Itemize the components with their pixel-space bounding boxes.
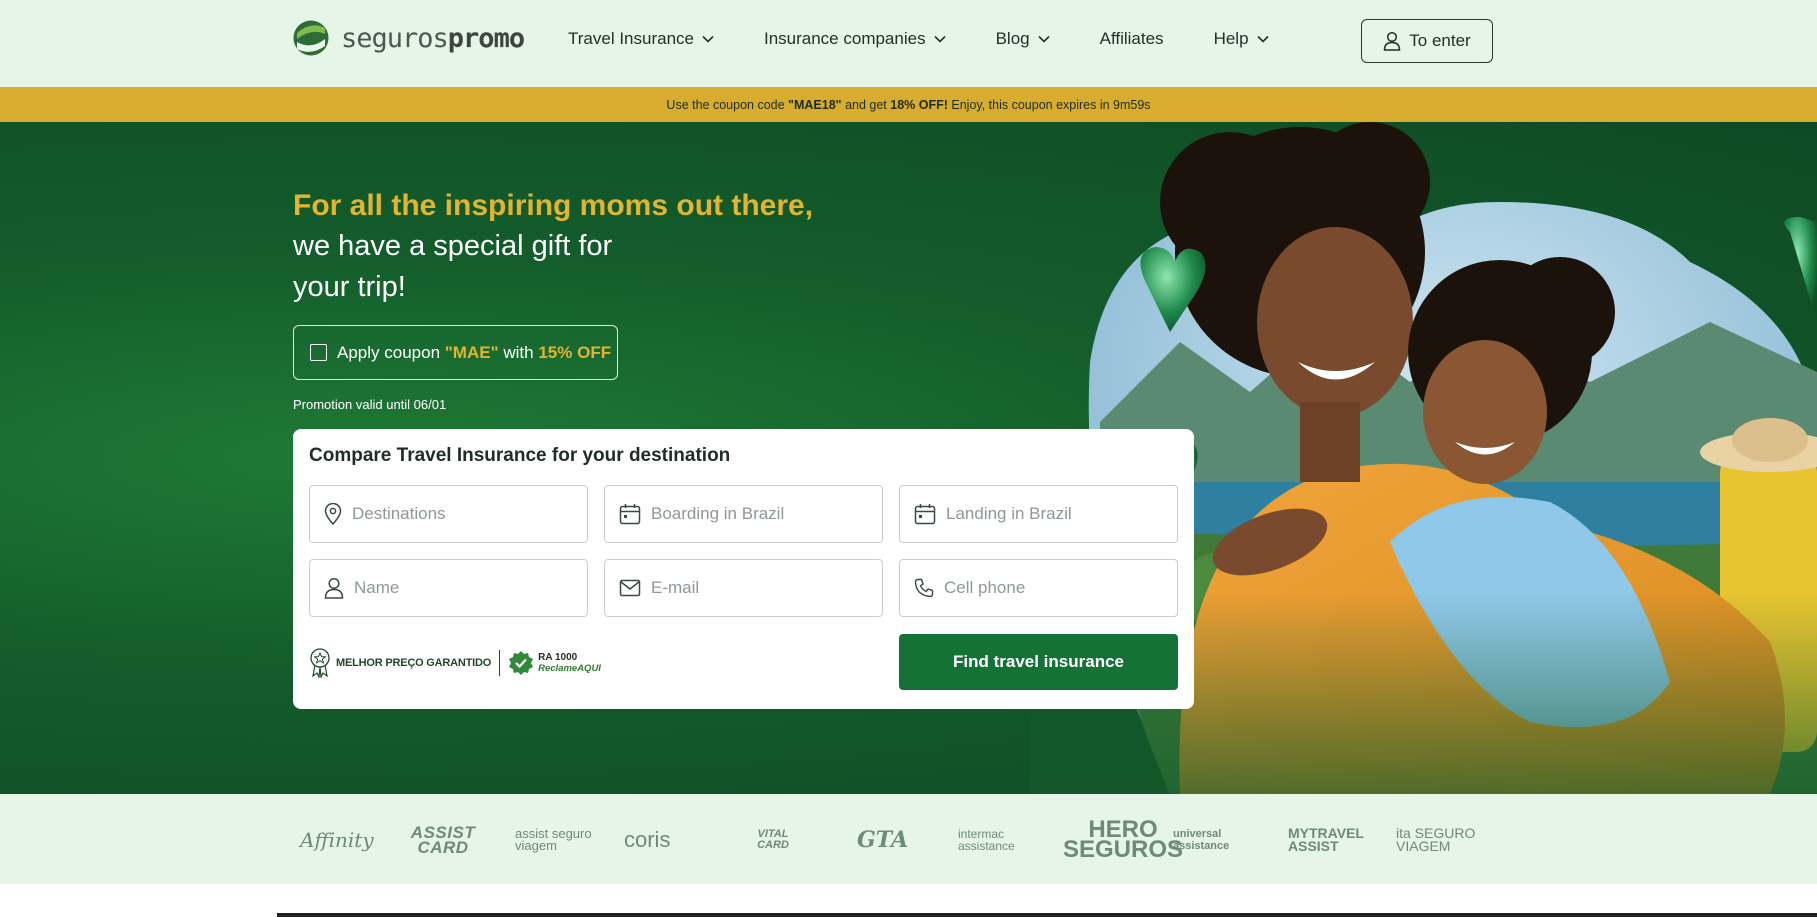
user-icon [1384, 31, 1401, 51]
boarding-date-input[interactable] [651, 504, 871, 524]
nav-insurance-companies[interactable]: Insurance companies [764, 29, 946, 49]
partner-logo[interactable]: VITAL CARD [748, 822, 798, 858]
phone-input[interactable] [944, 578, 1164, 598]
nav-blog[interactable]: Blog [996, 29, 1050, 49]
partner-logo[interactable]: HERO SEGUROS [1063, 818, 1183, 862]
headline-highlight: For all the inspiring moms out there, [293, 189, 814, 222]
partner-logo[interactable]: GTA [857, 822, 908, 858]
partner-logo[interactable]: MYTRAVEL ASSIST [1288, 822, 1364, 858]
apply-discount: 15% OFF [538, 342, 612, 362]
destinations-input[interactable] [352, 504, 572, 524]
chevron-down-icon [1038, 35, 1050, 43]
nav-label: Help [1213, 29, 1249, 48]
logo[interactable]: segurospromo [293, 18, 525, 58]
page: segurospromo Travel Insurance Insurance … [0, 0, 1817, 917]
badge-divider [499, 650, 501, 676]
calendar-icon [914, 504, 936, 525]
ra1000-label: RA 1000 [538, 652, 578, 663]
site-header: segurospromo Travel Insurance Insurance … [0, 0, 1817, 87]
name-input[interactable] [354, 578, 574, 598]
apply-text-middle: with [498, 342, 539, 362]
phone-field[interactable] [899, 559, 1178, 617]
login-button[interactable]: To enter [1361, 19, 1493, 63]
partner-logo[interactable]: ASSIST CARD [402, 822, 484, 858]
landing-date-field[interactable] [899, 485, 1178, 543]
name-field[interactable] [309, 559, 588, 617]
trust-badges: MELHOR PREÇO GARANTIDO RA 1000 ReclameAQ… [309, 648, 601, 678]
chevron-down-icon [1256, 35, 1269, 43]
nav-label: Affiliates [1099, 29, 1164, 48]
headline-line-3: your trip! [293, 271, 406, 303]
email-field[interactable] [604, 559, 883, 617]
next-section-edge [277, 913, 1817, 917]
apply-coupon-code: "MAE" [444, 342, 499, 362]
user-icon [324, 577, 344, 599]
coupon-text-middle: and get [841, 97, 891, 112]
email-input[interactable] [651, 578, 871, 598]
award-ribbon-icon [310, 648, 330, 678]
coupon-countdown: Enjoy, this coupon expires in 9m59s [947, 97, 1151, 112]
coupon-text-prefix: Use the coupon code [666, 97, 789, 112]
main-nav: Travel Insurance Insurance companies Blo… [568, 29, 1319, 49]
nav-travel-insurance[interactable]: Travel Insurance [568, 29, 714, 49]
ra1000-seal-icon [509, 651, 534, 675]
ra1000-badge: RA 1000 ReclameAQUI [538, 652, 601, 674]
coupon-code: "MAE18" [788, 97, 842, 112]
chevron-down-icon [934, 35, 946, 43]
logo-text: segurospromo [341, 22, 525, 54]
apply-text-prefix: Apply coupon [337, 342, 445, 362]
hero-section: For all the inspiring moms out there, we… [0, 122, 1817, 794]
coupon-discount: 18% OFF! [890, 97, 948, 112]
chevron-down-icon [702, 35, 714, 43]
quote-form-card: Compare Travel Insurance for your destin… [293, 429, 1194, 709]
nav-affiliates[interactable]: Affiliates [1100, 29, 1164, 49]
nav-label: Travel Insurance [568, 29, 694, 48]
find-insurance-button[interactable]: Find travel insurance [899, 634, 1178, 690]
nav-help[interactable]: Help [1214, 29, 1269, 49]
coupon-banner: Use the coupon code "MAE18" and get 18% … [0, 87, 1817, 122]
insurer-logos-strip: Affinity ASSIST CARD assist seguro viage… [0, 794, 1817, 884]
partner-logo[interactable]: ita SEGURO VIAGEM [1396, 822, 1476, 858]
calendar-icon [619, 504, 641, 525]
partner-logo[interactable]: coris [624, 822, 670, 858]
hero-headline: For all the inspiring moms out there, we… [293, 186, 893, 308]
boarding-date-field[interactable] [604, 485, 883, 543]
login-label: To enter [1409, 31, 1471, 50]
checkbox-icon[interactable] [310, 344, 327, 361]
promotion-validity: Promotion valid until 06/01 [293, 397, 447, 412]
partner-logo[interactable]: universal assistance [1173, 822, 1258, 858]
reclame-aqui-label: ReclameAQUI [538, 663, 601, 674]
map-pin-icon [324, 503, 342, 525]
partner-logo[interactable]: intermac assistance [958, 822, 1028, 858]
partner-logo[interactable]: Affinity [300, 822, 374, 858]
nav-label: Blog [995, 29, 1030, 48]
envelope-icon [619, 579, 641, 597]
phone-icon [914, 578, 934, 598]
landing-date-input[interactable] [946, 504, 1166, 524]
best-price-badge: MELHOR PREÇO GARANTIDO [336, 657, 492, 669]
form-title: Compare Travel Insurance for your destin… [309, 445, 731, 466]
headline-line-2: we have a special gift for [293, 230, 613, 262]
nav-label: Insurance companies [763, 29, 926, 48]
logo-icon [293, 20, 329, 56]
apply-coupon-checkbox[interactable]: Apply coupon "MAE" with 15% OFF [293, 325, 618, 380]
partner-logo[interactable]: assist seguro viagem [515, 822, 595, 858]
destinations-field[interactable] [309, 485, 588, 543]
